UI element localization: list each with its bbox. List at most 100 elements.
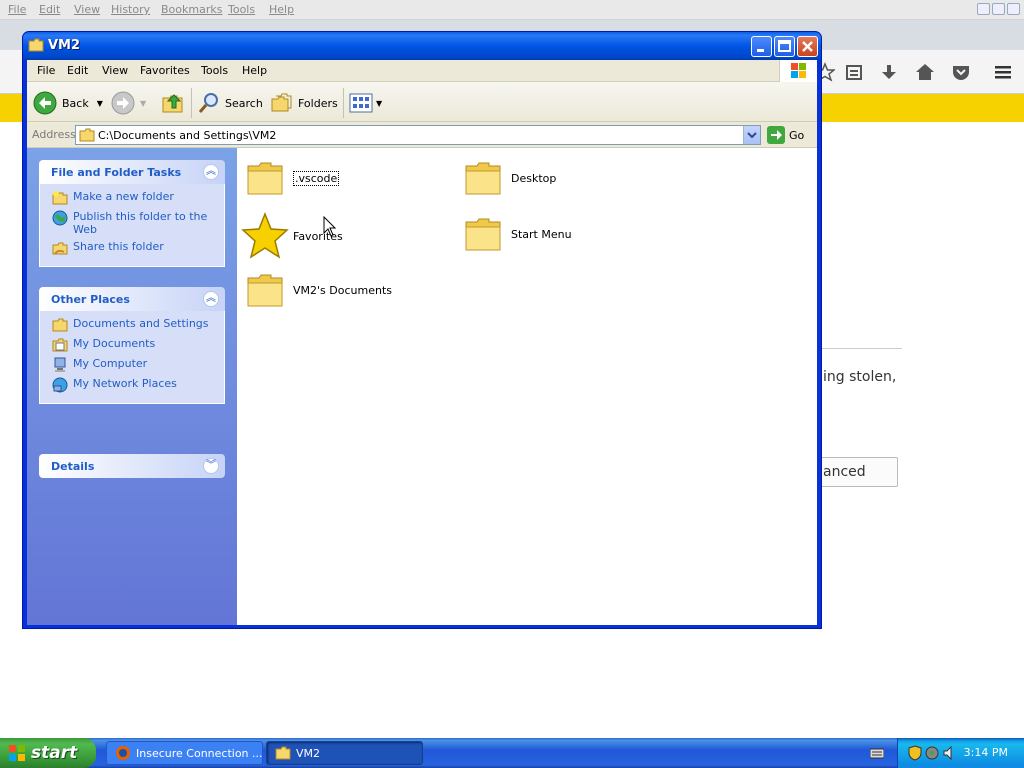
folder-item-start-menu[interactable]: Start Menu bbox=[463, 214, 572, 254]
go-button[interactable]: Go bbox=[767, 126, 804, 144]
folder-label: .vscode bbox=[293, 170, 340, 186]
folder-icon bbox=[28, 38, 44, 52]
folder-item-desktop[interactable]: Desktop bbox=[463, 158, 556, 198]
taskbar-item-label: VM2 bbox=[296, 746, 321, 760]
folder-icon bbox=[463, 214, 503, 254]
close-button[interactable] bbox=[797, 36, 818, 57]
menu-tools[interactable]: Tools bbox=[201, 64, 228, 77]
menu-view[interactable]: View bbox=[102, 64, 128, 77]
details-panel: Details ︾ bbox=[39, 454, 225, 478]
menu-help[interactable]: Help bbox=[242, 64, 267, 77]
ff-menu-tools[interactable]: Tools bbox=[228, 3, 255, 16]
maximize-button[interactable] bbox=[774, 36, 795, 57]
go-arrow-icon bbox=[767, 126, 785, 144]
security-shield-icon[interactable] bbox=[908, 745, 922, 761]
folder-label: Start Menu bbox=[511, 227, 572, 241]
search-button[interactable]: Search bbox=[197, 90, 263, 116]
ff-menu-view[interactable]: View bbox=[74, 3, 100, 16]
ff-window-buttons bbox=[977, 3, 1020, 15]
task-share-folder[interactable]: Share this folder bbox=[52, 240, 218, 256]
views-dropdown-icon: ▼ bbox=[376, 98, 383, 108]
ff-menu-edit[interactable]: Edit bbox=[39, 3, 60, 16]
task-make-new-folder[interactable]: Make a new folder bbox=[52, 190, 218, 206]
menu-file[interactable]: File bbox=[37, 64, 55, 77]
place-my-network-places[interactable]: My Network Places bbox=[52, 377, 218, 393]
address-input[interactable]: C:\Documents and Settings\VM2 bbox=[75, 125, 761, 145]
title-bar[interactable]: VM2 bbox=[23, 32, 821, 60]
address-dropdown-button[interactable] bbox=[743, 126, 760, 144]
collapse-chevron-icon[interactable]: ︽ bbox=[203, 164, 219, 180]
system-tray: 3:14 PM bbox=[897, 738, 1024, 768]
go-label: Go bbox=[789, 128, 805, 142]
file-folder-tasks-panel: File and Folder Tasks ︽ Make a new folde… bbox=[39, 160, 225, 267]
task-label: Publish this folder to the Web bbox=[73, 210, 208, 236]
folder-item-vm2-documents[interactable]: VM2's Documents bbox=[245, 270, 392, 310]
explorer-window: VM2 File Edit View Favorites Tools Help … bbox=[22, 31, 822, 629]
windows-logo-icon bbox=[779, 60, 817, 82]
place-my-computer[interactable]: My Computer bbox=[52, 357, 218, 373]
reading-list-icon[interactable] bbox=[844, 62, 864, 82]
ff-divider bbox=[822, 348, 902, 349]
folders-button[interactable]: Folders bbox=[270, 90, 338, 116]
back-button[interactable]: Back ▼ bbox=[33, 90, 103, 116]
ff-minimize-button[interactable] bbox=[977, 3, 990, 15]
collapse-chevron-icon[interactable]: ︽ bbox=[203, 291, 219, 307]
address-value: C:\Documents and Settings\VM2 bbox=[98, 129, 277, 142]
details-title: Details bbox=[51, 460, 95, 473]
start-button[interactable]: start bbox=[0, 738, 96, 768]
menubar: File Edit View Favorites Tools Help bbox=[27, 60, 817, 82]
keyboard-icon[interactable] bbox=[870, 747, 884, 759]
forward-button[interactable]: ▼ bbox=[111, 90, 146, 116]
search-icon bbox=[197, 91, 221, 115]
up-folder-button[interactable] bbox=[161, 90, 185, 116]
details-header[interactable]: Details ︾ bbox=[39, 454, 225, 478]
ff-menu-help[interactable]: Help bbox=[269, 3, 294, 16]
address-label: Address bbox=[32, 128, 76, 141]
ff-maximize-button[interactable] bbox=[992, 3, 1005, 15]
menu-favorites[interactable]: Favorites bbox=[140, 64, 190, 77]
up-folder-icon bbox=[161, 91, 185, 115]
hamburger-menu-icon[interactable] bbox=[993, 62, 1013, 82]
folder-item-vscode[interactable]: .vscode bbox=[245, 158, 340, 198]
taskbar-item-label: Insecure Connection ... bbox=[136, 746, 263, 760]
folder-icon bbox=[52, 317, 68, 333]
taskbar: start Insecure Connection ... VM2 3:14 P… bbox=[0, 738, 1024, 768]
minimize-button[interactable] bbox=[751, 36, 772, 57]
folders-label: Folders bbox=[298, 96, 338, 110]
task-label: Share this folder bbox=[73, 240, 164, 253]
ff-menu-file[interactable]: File bbox=[8, 3, 26, 16]
ff-close-button[interactable] bbox=[1007, 3, 1020, 15]
expand-chevron-icon[interactable]: ︾ bbox=[203, 458, 219, 474]
forward-dropdown-icon: ▼ bbox=[140, 98, 147, 108]
volume-icon[interactable] bbox=[942, 745, 956, 761]
ff-page-text: ing stolen, bbox=[823, 369, 897, 385]
views-button[interactable]: ▼ bbox=[349, 90, 382, 116]
task-label: Make a new folder bbox=[73, 190, 174, 203]
taskbar-item-vm2[interactable]: VM2 bbox=[266, 741, 423, 765]
place-label: My Documents bbox=[73, 337, 156, 350]
pocket-icon[interactable] bbox=[951, 62, 971, 82]
file-folder-tasks-header[interactable]: File and Folder Tasks ︽ bbox=[39, 160, 225, 184]
computer-icon bbox=[52, 357, 68, 373]
folder-icon bbox=[463, 158, 503, 198]
my-documents-icon bbox=[52, 337, 68, 353]
place-my-documents[interactable]: My Documents bbox=[52, 337, 218, 353]
other-places-header[interactable]: Other Places ︽ bbox=[39, 287, 225, 311]
address-bar: Address C:\Documents and Settings\VM2 Go bbox=[27, 122, 817, 148]
ff-menu-history[interactable]: History bbox=[111, 3, 150, 16]
place-label: My Computer bbox=[73, 357, 148, 370]
toolbar: Back ▼ ▼ Search Folders ▼ bbox=[27, 82, 817, 122]
star-icon bbox=[241, 212, 289, 260]
network-places-icon bbox=[52, 377, 68, 393]
back-arrow-icon bbox=[33, 91, 57, 115]
task-publish-folder[interactable]: Publish this folder to the Web bbox=[52, 210, 218, 236]
taskbar-item-firefox[interactable]: Insecure Connection ... bbox=[106, 741, 263, 765]
file-view: .vscode Desktop Favorites Start Menu VM2… bbox=[237, 148, 817, 625]
download-icon[interactable] bbox=[879, 62, 899, 82]
ff-menu-bookmarks[interactable]: Bookmarks bbox=[161, 3, 222, 16]
back-dropdown-icon[interactable]: ▼ bbox=[97, 99, 103, 108]
place-documents-and-settings[interactable]: Documents and Settings bbox=[52, 317, 218, 333]
home-icon[interactable] bbox=[915, 62, 935, 82]
network-icon[interactable] bbox=[925, 745, 939, 761]
menu-edit[interactable]: Edit bbox=[67, 64, 88, 77]
